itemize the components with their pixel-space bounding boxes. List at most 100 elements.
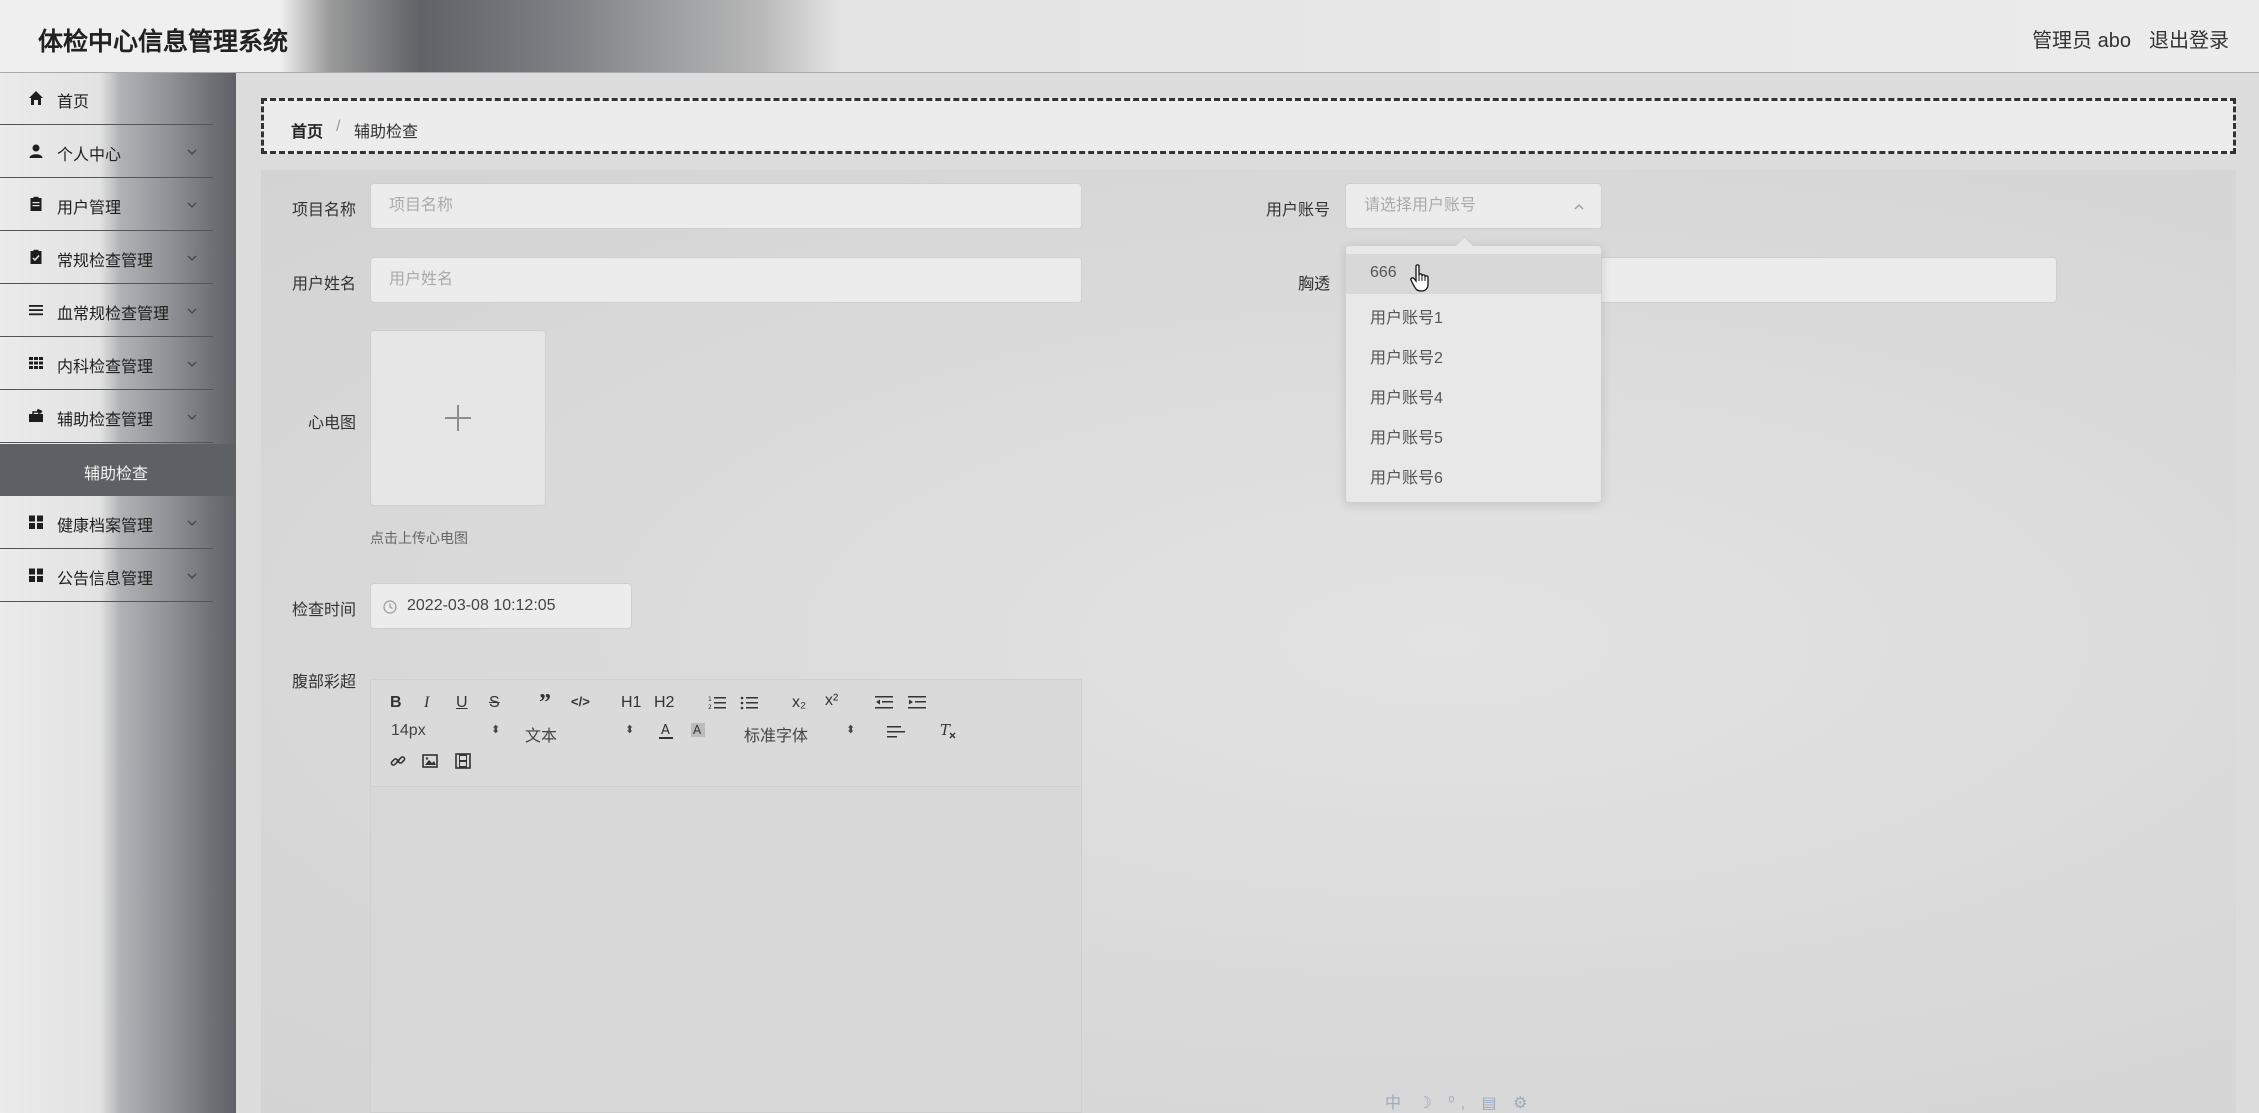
ordered-list-icon[interactable]: 12 xyxy=(708,695,726,711)
sidebar-item-label: 用户管理 xyxy=(57,200,122,217)
briefcase-icon xyxy=(29,408,43,422)
dropdown-option[interactable]: 用户账号6 xyxy=(1346,454,1601,494)
svg-text:1: 1 xyxy=(708,696,712,703)
project-name-input[interactable]: 项目名称 xyxy=(370,183,1082,229)
blockquote-button[interactable]: ” xyxy=(539,690,551,717)
breadcrumb-home-link[interactable]: 首页 xyxy=(291,118,323,142)
svg-text:T: T xyxy=(940,722,951,739)
font-family-select[interactable]: 标准字体 ⬍ xyxy=(744,722,855,745)
h2-button[interactable]: H2 xyxy=(654,694,674,712)
up-down-arrow-icon: ⬍ xyxy=(491,724,501,736)
font-color-icon[interactable]: A xyxy=(658,722,674,740)
editor-toolbar: B I U S ” </> H1 H2 12 x₂ x² 14px ⬍ 文本 ⬍… xyxy=(371,680,1081,787)
user-account-dropdown: 666 用户账号1 用户账号2 用户账号4 用户账号5 用户账号6 xyxy=(1345,236,1602,503)
exam-time-value: 2022-03-08 10:12:05 xyxy=(407,597,556,614)
chevron-down-icon xyxy=(187,255,197,261)
ime-toolbar: 中 ☽ ⁰, ▤ ⚙ xyxy=(1385,1095,1534,1112)
user-account-select[interactable]: 请选择用户账号 xyxy=(1345,183,1602,229)
sidebar-item-user-management[interactable]: 用户管理 xyxy=(0,179,213,231)
sidebar-item-label: 常规检查管理 xyxy=(57,253,154,270)
video-icon[interactable] xyxy=(455,753,471,769)
breadcrumb: 首页 / 辅助检查 xyxy=(261,98,2236,154)
align-icon[interactable] xyxy=(887,724,905,740)
font-size-value: 14px xyxy=(391,722,426,739)
apps-icon xyxy=(29,515,43,529)
underline-button[interactable]: U xyxy=(456,694,468,712)
apps-icon xyxy=(29,568,43,582)
dropdown-option[interactable]: 666 xyxy=(1346,254,1601,294)
user-name-input[interactable]: 用户姓名 xyxy=(370,257,1082,303)
sidebar-item-label: 个人中心 xyxy=(57,147,122,164)
link-icon[interactable] xyxy=(390,753,406,769)
exam-time-input[interactable]: 2022-03-08 10:12:05 xyxy=(370,583,632,629)
indent-icon[interactable] xyxy=(908,695,926,711)
sidebar-item-health-record[interactable]: 健康档案管理 xyxy=(0,497,213,549)
outdent-icon[interactable] xyxy=(875,695,893,711)
grid-icon xyxy=(29,357,43,369)
sidebar-item-home[interactable]: 首页 xyxy=(0,73,213,125)
dropdown-option[interactable]: 用户账号1 xyxy=(1346,294,1601,334)
subscript-button[interactable]: x₂ xyxy=(792,694,806,712)
up-down-arrow-icon: ⬍ xyxy=(625,724,635,736)
bold-button[interactable]: B xyxy=(390,694,402,712)
strike-button[interactable]: S xyxy=(489,694,500,712)
sidebar-item-routine-check[interactable]: 常规检查管理 xyxy=(0,232,213,284)
sidebar-item-label: 内科检查管理 xyxy=(57,359,154,376)
dropdown-option[interactable]: 用户账号4 xyxy=(1346,374,1601,414)
sidebar-subitem-auxiliary-check[interactable]: 辅助检查 xyxy=(0,444,236,496)
font-family-value: 标准字体 xyxy=(744,728,809,745)
sidebar-item-label: 健康档案管理 xyxy=(57,518,154,535)
chevron-up-icon xyxy=(1574,204,1584,210)
italic-button[interactable]: I xyxy=(424,694,429,712)
clipboard-icon xyxy=(30,196,42,211)
sidebar-item-internal-check[interactable]: 内科检查管理 xyxy=(0,338,213,390)
sidebar-item-label: 血常规检查管理 xyxy=(57,306,170,323)
app-title: 体检中心信息管理系统 xyxy=(38,28,289,56)
chevron-down-icon xyxy=(187,414,197,420)
font-size-select[interactable]: 14px ⬍ xyxy=(391,722,500,742)
user-name-label: 用户姓名 xyxy=(291,276,356,293)
sidebar-item-personal-center[interactable]: 个人中心 xyxy=(0,126,213,178)
chevron-down-icon xyxy=(187,149,197,155)
image-icon[interactable] xyxy=(422,753,438,769)
user-account-placeholder: 请选择用户账号 xyxy=(1364,197,1477,214)
home-icon xyxy=(29,91,43,105)
ecg-upload-hint: 点击上传心电图 xyxy=(370,530,468,546)
sidebar-item-blood-check[interactable]: 血常规检查管理 xyxy=(0,285,213,337)
background-color-icon[interactable]: A xyxy=(690,722,706,740)
clear-format-icon[interactable]: T xyxy=(939,722,957,740)
sidebar-item-label: 辅助检查管理 xyxy=(57,412,154,429)
list-icon xyxy=(29,305,43,316)
h1-button[interactable]: H1 xyxy=(621,694,641,712)
dropdown-option[interactable]: 用户账号5 xyxy=(1346,414,1601,454)
code-button[interactable]: </> xyxy=(571,694,590,709)
chevron-down-icon xyxy=(187,573,197,579)
current-user: 管理员 abo xyxy=(2032,30,2131,52)
editor-content-area[interactable] xyxy=(371,787,1081,1112)
chevron-down-icon xyxy=(187,308,197,314)
top-header: 体检中心信息管理系统 管理员 abo 退出登录 xyxy=(0,0,2259,73)
sidebar-item-label: 公告信息管理 xyxy=(57,571,154,588)
hand-cursor-icon xyxy=(1410,264,1429,292)
svg-text:A: A xyxy=(693,723,702,737)
ecg-upload-box[interactable] xyxy=(370,330,546,506)
chevron-down-icon xyxy=(187,520,197,526)
sidebar-item-announcement[interactable]: 公告信息管理 xyxy=(0,550,213,602)
text-style-select[interactable]: 文本 ⬍ xyxy=(525,722,634,745)
chest-label: 胸透 xyxy=(1297,276,1330,293)
clipboard-check-icon xyxy=(30,249,42,264)
project-name-label: 项目名称 xyxy=(291,202,356,219)
bullet-list-icon[interactable] xyxy=(740,695,758,711)
ecg-label: 心电图 xyxy=(307,415,356,432)
superscript-button[interactable]: x² xyxy=(825,692,838,710)
ultrasound-editor: B I U S ” </> H1 H2 12 x₂ x² 14px ⬍ 文本 ⬍… xyxy=(370,679,1082,1113)
dropdown-option[interactable]: 用户账号2 xyxy=(1346,334,1601,374)
breadcrumb-separator: / xyxy=(336,118,341,135)
text-style-value: 文本 xyxy=(525,728,558,745)
sidebar-item-auxiliary-check[interactable]: 辅助检查管理 xyxy=(0,391,213,443)
exam-time-label: 检查时间 xyxy=(291,602,356,619)
plus-icon xyxy=(445,405,471,431)
sidebar-item-label: 首页 xyxy=(57,94,90,111)
logout-button[interactable]: 退出登录 xyxy=(2149,24,2229,53)
sidebar: 首页 个人中心 用户管理 常规检查管理 血常规检查管理 内科检查管理 辅助检查管… xyxy=(0,73,236,1113)
